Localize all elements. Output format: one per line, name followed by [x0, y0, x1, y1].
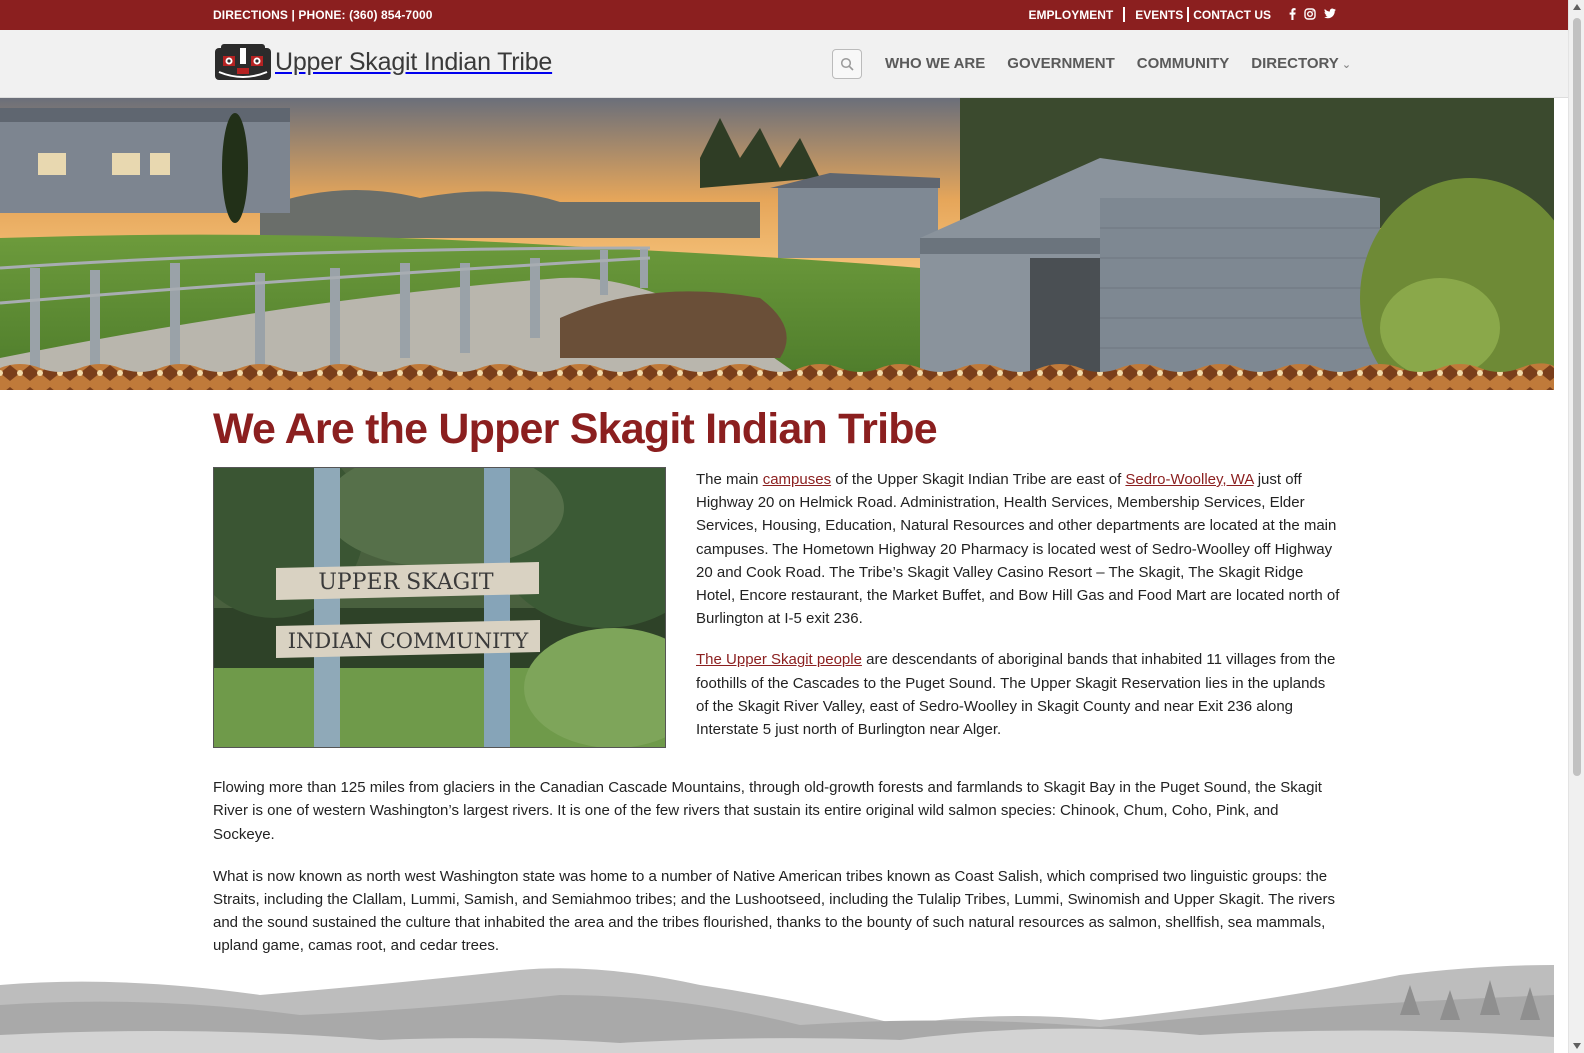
- paragraph-coast-salish: What is now known as north west Washingt…: [213, 867, 1335, 955]
- divider: [1187, 7, 1190, 22]
- campus-panorama-image: [0, 98, 1554, 390]
- hero-banner: [0, 98, 1554, 390]
- mountain-footer-graphic: [0, 965, 1554, 1053]
- site-logo[interactable]: Upper Skagit Indian Tribe: [213, 42, 552, 82]
- top-bar-left: DIRECTIONS | PHONE: (360) 854-7000: [213, 8, 433, 22]
- campuses-link[interactable]: campuses: [763, 471, 831, 488]
- sign-text-line1: UPPER SKAGIT: [318, 570, 494, 595]
- page-title: We Are the Upper Skagit Indian Tribe: [213, 405, 938, 453]
- intro-section: UPPER SKAGIT INDIAN COMMUNITY The main c…: [213, 467, 1340, 759]
- text: The main: [696, 471, 763, 488]
- scroll-up-icon[interactable]: [1573, 4, 1581, 10]
- twitter-icon[interactable]: [1324, 8, 1336, 21]
- text: just off Highway 20 on Helmick Road. Adm…: [696, 471, 1340, 628]
- paragraph-river: Flowing more than 125 miles from glacier…: [213, 779, 1322, 843]
- tribe-logo-icon: [213, 42, 273, 82]
- search-icon: [840, 57, 854, 71]
- scroll-thumb[interactable]: [1573, 18, 1581, 776]
- instagram-icon[interactable]: [1304, 7, 1316, 22]
- phone-link[interactable]: PHONE: (360) 854-7000: [298, 8, 432, 22]
- page-scrollbar[interactable]: [1568, 0, 1584, 1053]
- sign-text-line2: INDIAN COMMUNITY: [288, 629, 530, 653]
- upper-skagit-people-link[interactable]: The Upper Skagit people: [696, 651, 862, 668]
- site-title: Upper Skagit Indian Tribe: [275, 47, 553, 76]
- community-sign-photo: UPPER SKAGIT INDIAN COMMUNITY: [213, 467, 666, 748]
- top-bar: DIRECTIONS | PHONE: (360) 854-7000 EMPLO…: [0, 0, 1568, 30]
- facebook-icon[interactable]: [1289, 7, 1296, 22]
- social-links: [1289, 7, 1336, 22]
- main-content: We Are the Upper Skagit Indian Tribe UPP…: [213, 405, 1340, 958]
- events-link[interactable]: EVENTS: [1135, 8, 1183, 22]
- paragraph-people: The Upper Skagit people are descendants …: [696, 648, 1340, 741]
- text: of the Upper Skagit Indian Tribe are eas…: [831, 471, 1126, 488]
- sedro-woolley-link[interactable]: Sedro-Woolley, WA: [1125, 471, 1253, 488]
- site-header: Upper Skagit Indian Tribe WHO WE ARE GOV…: [0, 30, 1568, 98]
- nav-directory[interactable]: DIRECTORY ⌄: [1251, 55, 1351, 72]
- top-bar-right: EMPLOYMENT EVENTS CONTACT US: [1029, 7, 1336, 22]
- employment-link[interactable]: EMPLOYMENT: [1029, 8, 1114, 22]
- divider: [1123, 7, 1126, 22]
- history-section: Flowing more than 125 miles from glacier…: [213, 776, 1340, 957]
- paragraph-campuses: The main campuses of the Upper Skagit In…: [696, 468, 1340, 630]
- nav-government[interactable]: GOVERNMENT: [1007, 55, 1115, 72]
- scroll-down-icon[interactable]: [1573, 1043, 1581, 1049]
- contact-link[interactable]: CONTACT US: [1193, 8, 1271, 22]
- intro-text: The main campuses of the Upper Skagit In…: [696, 467, 1340, 759]
- nav-community[interactable]: COMMUNITY: [1137, 55, 1230, 72]
- main-nav: WHO WE ARE GOVERNMENT COMMUNITY DIRECTOR…: [885, 55, 1351, 72]
- nav-directory-label: DIRECTORY: [1251, 55, 1339, 72]
- directions-link[interactable]: DIRECTIONS: [213, 8, 288, 22]
- search-button[interactable]: [832, 49, 862, 79]
- nav-who-we-are[interactable]: WHO WE ARE: [885, 55, 985, 72]
- chevron-down-icon: ⌄: [1341, 59, 1352, 71]
